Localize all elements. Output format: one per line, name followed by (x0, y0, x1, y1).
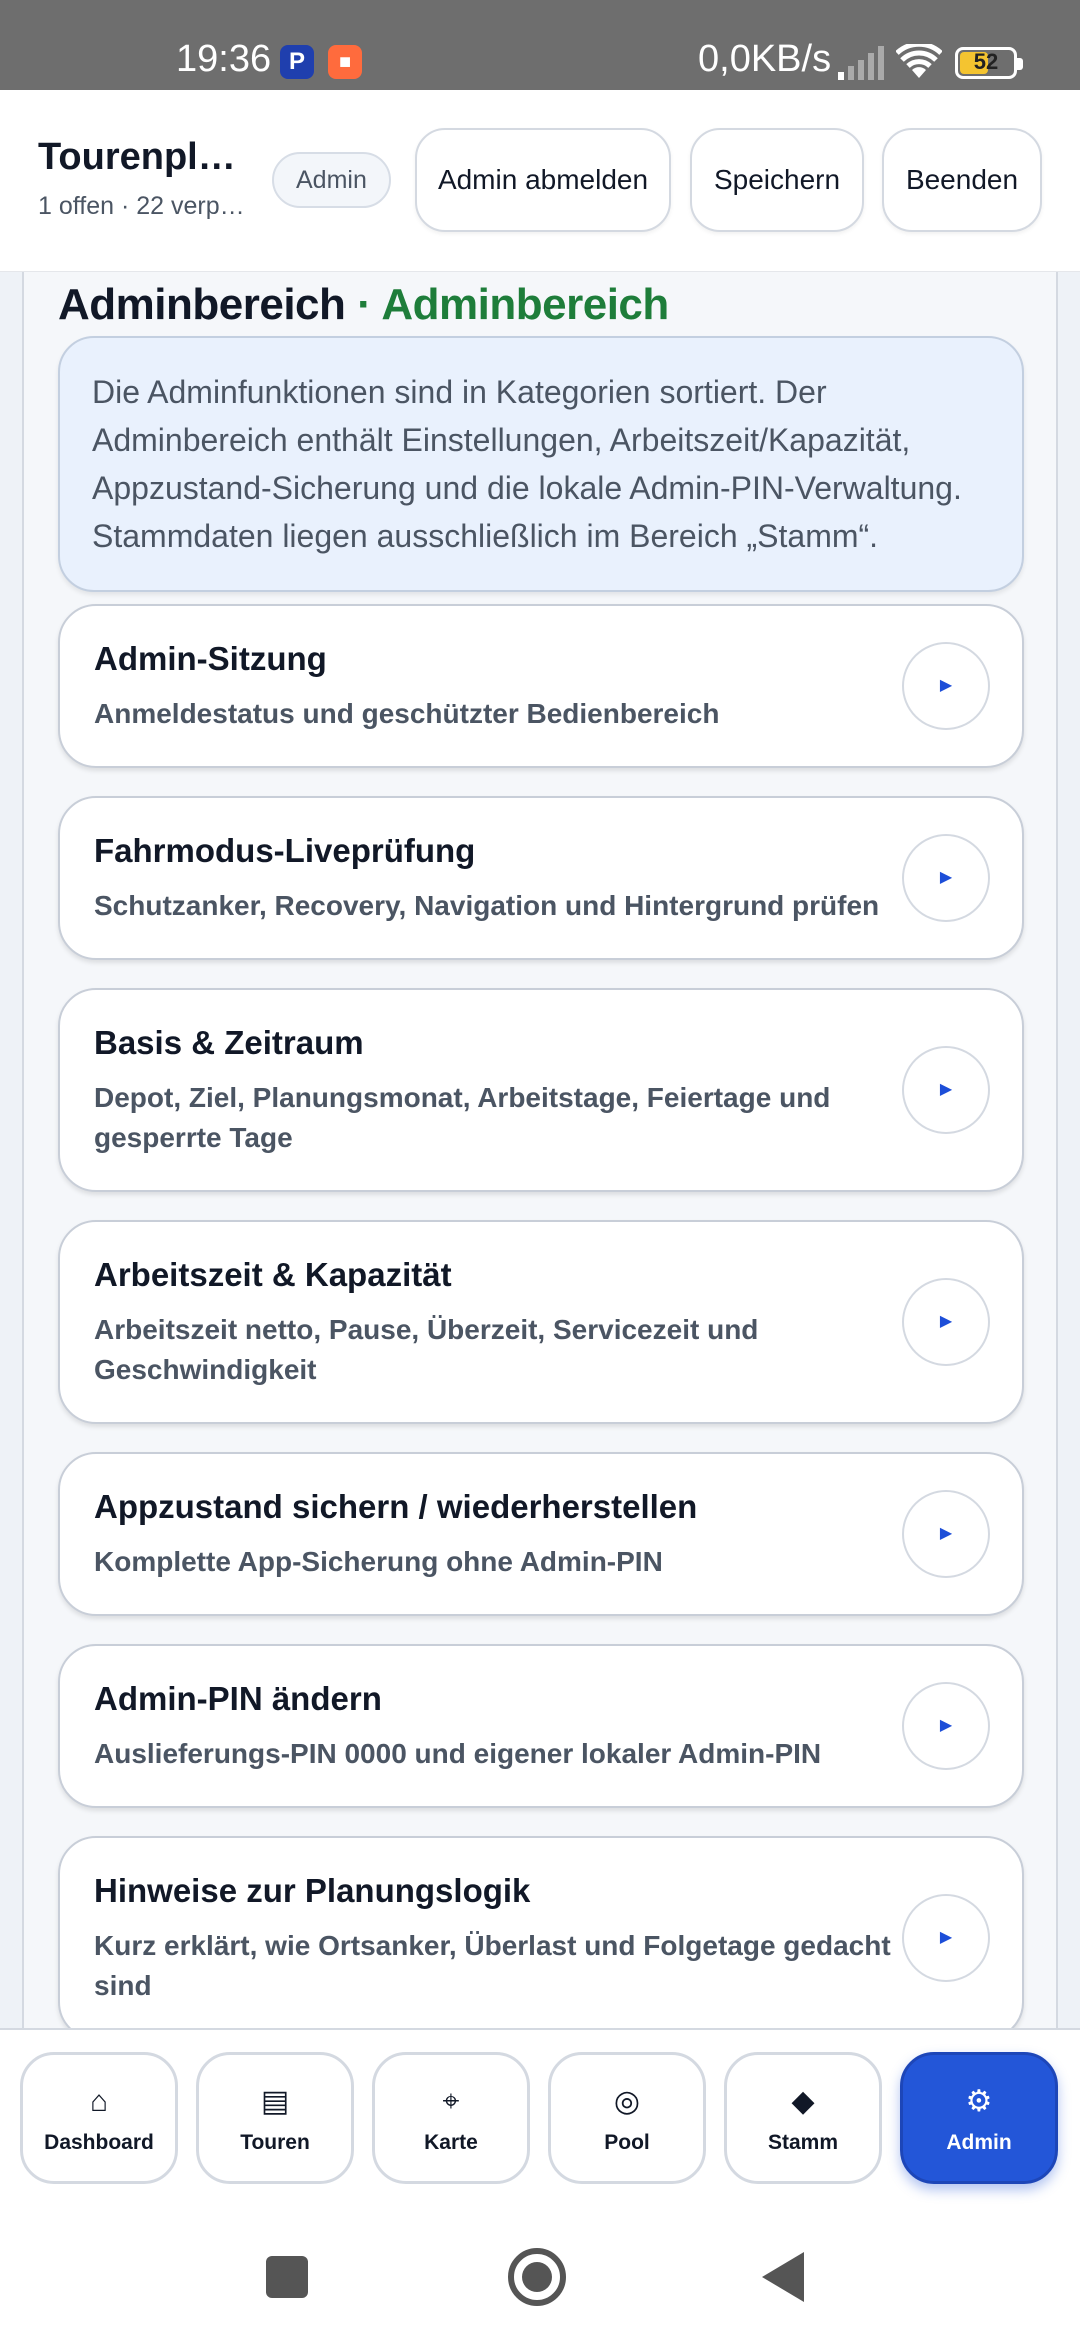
card-description: Arbeitszeit netto, Pause, Überzeit, Serv… (94, 1314, 759, 1385)
diamond-icon: ◆ (791, 2085, 815, 2118)
signal-icon (838, 46, 884, 80)
battery-level: 52 (973, 49, 999, 74)
wifi-icon (896, 44, 942, 78)
nav-label: Stamm (767, 2131, 839, 2154)
nav-stamm[interactable]: ◆ Stamm (724, 2052, 882, 2184)
play-arrow-icon[interactable]: ▶ (902, 834, 990, 922)
card-admin-session[interactable]: Admin-Sitzung Anmeldestatus und geschütz… (58, 604, 1024, 768)
crosshair-icon: ⌖ (442, 2085, 460, 2118)
play-arrow-icon[interactable]: ▶ (902, 1682, 990, 1770)
nav-pool[interactable]: ◎ Pool (548, 2052, 706, 2184)
save-button[interactable]: Speichern (690, 128, 864, 232)
admin-panel: Adminbereich · Adminbereich Die Adminfun… (22, 272, 1058, 2028)
system-nav-bar (0, 2210, 1080, 2340)
battery-icon: 52 (955, 47, 1023, 79)
card-title: Hinweise zur Planungslogik (94, 1872, 531, 1909)
section-title: Adminbereich · Adminbereich (58, 280, 669, 330)
nav-admin[interactable]: ⚙ Admin (900, 2052, 1058, 2184)
bottom-nav: ⌂ Dashboard ▤ Touren ⌖ Karte ◎ Pool ◆ St… (0, 2028, 1080, 2210)
card-title: Arbeitszeit & Kapazität (94, 1256, 452, 1293)
card-description: Komplette App-Sicherung ohne Admin-PIN (94, 1546, 663, 1577)
back-icon[interactable] (762, 2252, 804, 2302)
nav-dashboard[interactable]: ⌂ Dashboard (20, 2052, 178, 2184)
target-icon: ◎ (613, 2085, 641, 2118)
card-title: Admin-PIN ändern (94, 1680, 382, 1717)
nav-label: Touren (240, 2131, 310, 2154)
app-title: Tourenpl… (38, 136, 236, 178)
camera-icon: ■ (328, 45, 362, 79)
nav-karte[interactable]: ⌖ Karte (372, 2052, 530, 2184)
paypal-icon: P (280, 45, 314, 79)
card-worktime-capacity[interactable]: Arbeitszeit & Kapazität Arbeitszeit nett… (58, 1220, 1024, 1424)
exit-button[interactable]: Beenden (882, 128, 1042, 232)
nav-label: Dashboard (44, 2131, 154, 2154)
nav-label: Pool (604, 2131, 650, 2154)
card-description: Schutzanker, Recovery, Navigation und Hi… (94, 890, 880, 921)
play-arrow-icon[interactable]: ▶ (902, 642, 990, 730)
nav-label: Karte (424, 2131, 478, 2154)
gear-icon: ⚙ (965, 2085, 993, 2118)
admin-logout-button[interactable]: Admin abmelden (415, 128, 671, 232)
card-admin-pin[interactable]: Admin-PIN ändern Auslieferungs-PIN 0000 … (58, 1644, 1024, 1808)
card-description: Auslieferungs-PIN 0000 und eigener lokal… (94, 1738, 822, 1769)
role-chip: Admin (272, 152, 391, 208)
play-arrow-icon[interactable]: ▶ (902, 1046, 990, 1134)
nav-touren[interactable]: ▤ Touren (196, 2052, 354, 2184)
card-drive-mode-check[interactable]: Fahrmodus-Liveprüfung Schutzanker, Recov… (58, 796, 1024, 960)
card-title: Admin-Sitzung (94, 640, 327, 677)
section-title-accent: · Adminbereich (357, 280, 669, 329)
card-planning-hints[interactable]: Hinweise zur Planungslogik Kurz erklärt,… (58, 1836, 1024, 2028)
list-icon: ▤ (260, 2085, 290, 2118)
card-base-period[interactable]: Basis & Zeitraum Depot, Ziel, Planungsmo… (58, 988, 1024, 1192)
card-app-backup[interactable]: Appzustand sichern / wiederherstellen Ko… (58, 1452, 1024, 1616)
status-time: 19:36 (176, 38, 272, 80)
info-box: Die Adminfunktionen sind in Kategorien s… (58, 336, 1024, 592)
card-description: Kurz erklärt, wie Ortsanker, Überlast un… (94, 1930, 891, 2001)
app-header: Tourenpl… 1 offen · 22 verp… Admin Admin… (0, 90, 1080, 272)
nav-label: Admin (946, 2131, 1012, 2154)
home-icon: ⌂ (89, 2085, 109, 2118)
play-arrow-icon[interactable]: ▶ (902, 1894, 990, 1982)
app-subtitle: 1 offen · 22 verp… (38, 192, 245, 220)
card-title: Appzustand sichern / wiederherstellen (94, 1488, 698, 1525)
home-button-icon[interactable] (508, 2248, 566, 2306)
status-bar: 19:36 P ■ 0,0KB/s 52 (0, 0, 1080, 90)
recents-icon[interactable] (266, 2256, 308, 2298)
section-title-main: Adminbereich (58, 280, 346, 329)
card-title: Fahrmodus-Liveprüfung (94, 832, 476, 869)
card-description: Depot, Ziel, Planungsmonat, Arbeitstage,… (94, 1082, 831, 1153)
card-title: Basis & Zeitraum (94, 1024, 364, 1061)
play-arrow-icon[interactable]: ▶ (902, 1278, 990, 1366)
card-description: Anmeldestatus und geschützter Bedienbere… (94, 698, 720, 729)
play-arrow-icon[interactable]: ▶ (902, 1490, 990, 1578)
network-speed: 0,0KB/s (698, 38, 832, 80)
